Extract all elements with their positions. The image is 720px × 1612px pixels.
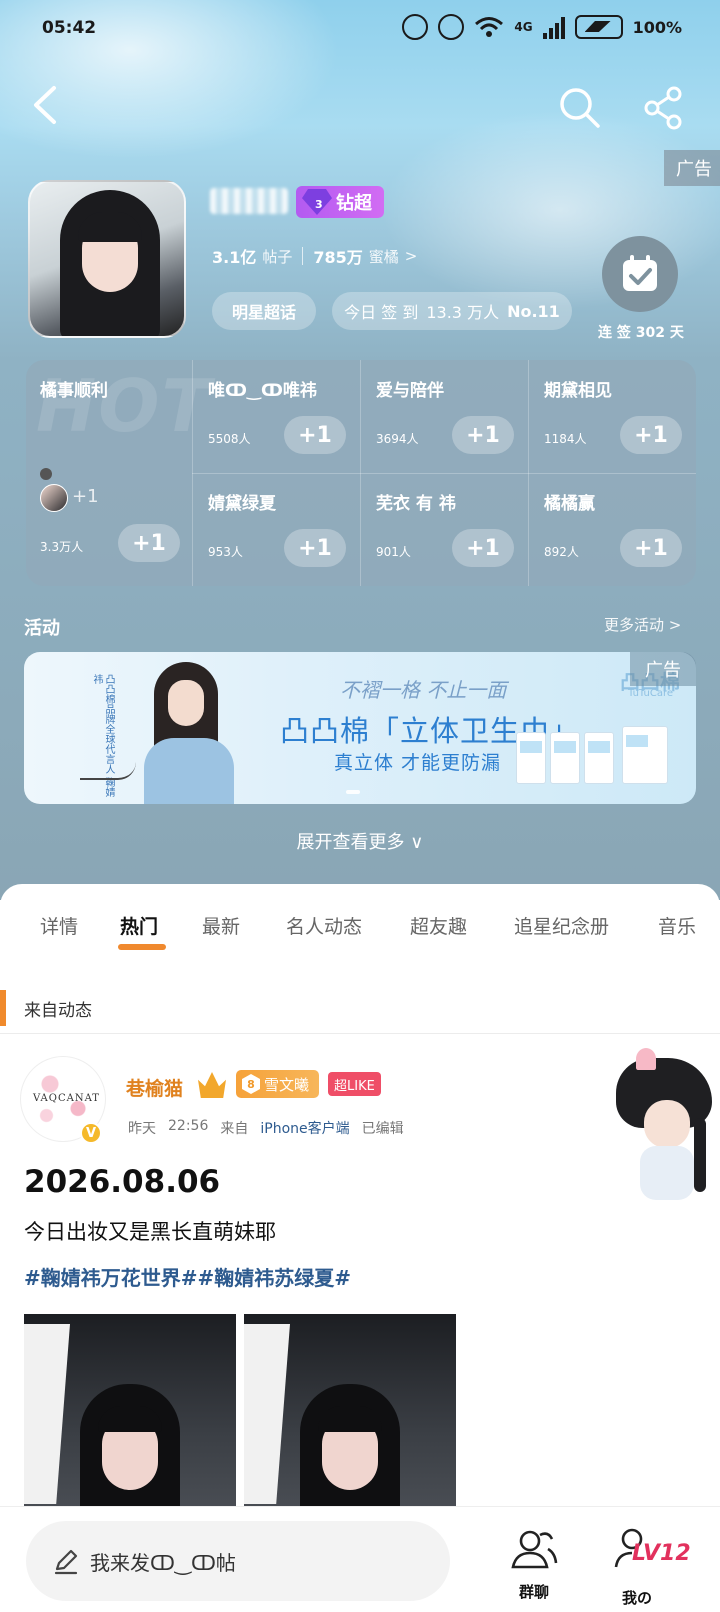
tab-music[interactable]: 音乐 <box>658 912 696 939</box>
search-icon[interactable] <box>556 84 604 132</box>
plus-one-button[interactable]: +1 <box>284 529 346 567</box>
hot-cell-count: 3.3万人 <box>40 540 84 554</box>
plus-one-button[interactable]: +1 <box>452 416 514 454</box>
post-author-name[interactable]: 巷榆猫 <box>126 1074 183 1101</box>
tab-hot[interactable]: 热门 <box>120 912 158 939</box>
hot-cell[interactable]: 期黛相见 1184人 +1 <box>528 360 696 473</box>
banner-tagline: 真立体 才能更防漏 <box>334 752 502 774</box>
super-topic-header: 05:42 4G 100% 广告 3 钻超 3.1亿 帖子 785万 蜜橘 > … <box>0 0 720 900</box>
plus-one-button[interactable]: +1 <box>620 529 682 567</box>
status-icons: 4G 100% <box>402 14 682 40</box>
signal-icon <box>542 15 565 39</box>
product-pack <box>622 726 668 784</box>
banner-script: 不褶一格 不止一面 <box>340 678 507 702</box>
posts-label: 帖子 <box>262 247 293 266</box>
pencil-icon <box>54 1549 78 1575</box>
active-tab-indicator <box>118 944 166 950</box>
more-activities-link[interactable]: 更多活动 > <box>604 614 681 635</box>
network-type: 4G <box>514 20 533 34</box>
avatar <box>40 484 68 512</box>
tab-details[interactable]: 详情 <box>40 912 78 939</box>
calendar-check-icon <box>623 255 657 291</box>
tab-latest[interactable]: 最新 <box>202 912 240 939</box>
back-arrow-icon[interactable] <box>22 80 66 130</box>
banner-model-image <box>124 658 254 804</box>
activity-banner[interactable]: 凸凸棉品牌全球代言人 鞠婧祎 不褶一格 不止一面 凸凸棉「立体卫生巾」 真立体 … <box>24 652 696 804</box>
share-icon[interactable] <box>640 84 688 132</box>
topic-avatar[interactable] <box>28 180 186 338</box>
tab-celebrity[interactable]: 名人动态 <box>286 912 362 939</box>
section-marker <box>0 990 6 1026</box>
hot-cell-title: 橘事顺利 <box>40 381 108 401</box>
post-text: 今日出妆又是黑长直萌妹耶 <box>24 1220 276 1244</box>
hot-cell[interactable]: 唯ↀ‿ↀ唯祎 5508人 +1 <box>192 360 360 473</box>
ad-label[interactable]: 广告 <box>664 150 720 186</box>
hot-cheer-grid: HOT 橘事顺利 +1 3.3万人 +1 唯ↀ‿ↀ唯祎 5508人 +1 爱与陪… <box>26 360 696 586</box>
group-chat-icon <box>511 1530 558 1569</box>
plus-one-button[interactable]: +1 <box>118 524 180 562</box>
product-pack <box>516 732 546 784</box>
section-title: 来自动态 <box>24 1001 92 1021</box>
fans-label[interactable]: 蜜橘 <box>369 246 399 267</box>
hot-cell[interactable]: 橘橘赢 892人 +1 <box>528 473 696 586</box>
hot-cell-featured[interactable]: 橘事顺利 +1 3.3万人 +1 <box>26 360 192 586</box>
group-chat-button[interactable]: 群聊 <box>506 1525 562 1602</box>
speed-icon <box>438 14 465 40</box>
posts-count: 3.1亿 <box>212 248 257 267</box>
mini-avatar <box>40 468 52 480</box>
more-count: +1 <box>72 486 99 507</box>
ad-label[interactable]: 广告 <box>630 652 696 686</box>
compose-post-button[interactable]: 我来发ↀ‿ↀ帖 <box>26 1521 450 1601</box>
post-device[interactable]: iPhone客户端 <box>260 1118 349 1138</box>
me-button[interactable]: LV12 我の <box>612 1525 692 1607</box>
verified-badge-icon: V <box>80 1122 102 1144</box>
fan-level-badge[interactable]: 8 雪文曦 <box>236 1070 320 1098</box>
bottom-action-bar: 我来发ↀ‿ↀ帖 群聊 LV12 我の <box>0 1506 720 1612</box>
content-sheet: 详情 热门 最新 名人动态 超友趣 追星纪念册 音乐 来自动态 VAQCANAT… <box>0 884 720 1612</box>
brand-logo-sub: TuTuCare <box>628 688 674 699</box>
hot-cell[interactable]: 爱与陪伴 3694人 +1 <box>360 360 528 473</box>
activity-section-title: 活动 <box>24 618 60 639</box>
post-hashtags[interactable]: #鞠婧祎万花世界##鞠婧祎苏绿夏# <box>24 1262 351 1291</box>
status-bar: 05:42 4G 100% <box>0 0 720 60</box>
sticker-decoration <box>610 1048 720 1208</box>
super-like-badge: 超LIKE <box>328 1072 381 1096</box>
tab-fun[interactable]: 超友趣 <box>410 912 467 939</box>
plus-one-button[interactable]: +1 <box>284 416 346 454</box>
carousel-indicator <box>346 790 360 794</box>
plus-one-button[interactable]: +1 <box>452 529 514 567</box>
tab-album[interactable]: 追星纪念册 <box>514 912 609 939</box>
product-pack <box>584 732 614 784</box>
avatar-logo-text: VAQCANAT <box>33 1093 100 1104</box>
product-pack <box>550 732 580 784</box>
compose-label: 我来发ↀ‿ↀ帖 <box>90 1550 236 1575</box>
plus-one-button[interactable]: +1 <box>620 416 682 454</box>
post-date-title: 2026.08.06 <box>24 1164 221 1200</box>
hot-cell[interactable]: 婧黛绿夏 953人 +1 <box>192 473 360 586</box>
crown-icon <box>198 1072 226 1098</box>
star-topic-pill[interactable]: 明星超话 <box>212 292 316 330</box>
signin-stats-pill[interactable]: 今日 签 到 13.3 万人 No.11 <box>332 292 572 330</box>
checkin-streak: 连 签 302 天 <box>598 325 684 341</box>
post-meta: 昨天 22:56 来自 iPhone客户端 已编辑 <box>128 1118 404 1138</box>
topic-stats: 3.1亿 帖子 785万 蜜橘 > <box>212 244 417 268</box>
diamond-super-badge[interactable]: 3 钻超 <box>296 186 384 218</box>
user-level-badge: LV12 <box>632 1541 691 1566</box>
section-header: 来自动态 <box>0 982 720 1034</box>
battery-icon <box>574 15 623 39</box>
tab-bar: 详情 热门 最新 名人动态 超友趣 追星纪念册 音乐 <box>0 912 720 952</box>
battery-percent: 100% <box>632 17 682 37</box>
divider <box>302 247 304 265</box>
wifi-icon <box>475 17 504 37</box>
expand-more-button[interactable]: 展开查看更多 ∨ <box>0 828 720 854</box>
banner-vertical-text: 凸凸棉品牌全球代言人 鞠婧祎 <box>91 674 114 798</box>
fans-count[interactable]: 785万 <box>313 244 362 268</box>
data-saver-icon <box>402 14 429 40</box>
checkin-button[interactable] <box>602 236 678 312</box>
chevron-right-icon[interactable]: > <box>405 247 418 265</box>
hot-cell[interactable]: 芜衣 有 祎 901人 +1 <box>360 473 528 586</box>
topic-name-blurred <box>210 188 288 214</box>
status-time: 05:42 <box>42 18 97 38</box>
